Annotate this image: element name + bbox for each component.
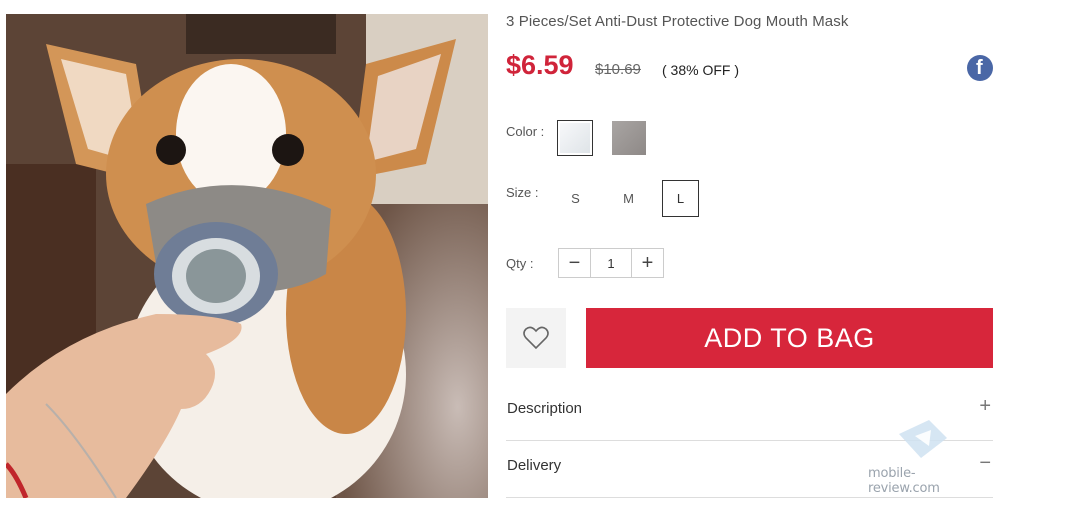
collapse-icon[interactable]: − — [979, 452, 991, 475]
color-swatch-grey[interactable] — [611, 120, 647, 156]
accordion-label-delivery: Delivery — [507, 457, 562, 474]
size-option-m[interactable]: M — [610, 180, 647, 217]
discount-badge: ( 38% OFF ) — [662, 62, 740, 78]
product-title: 3 Pieces/Set Anti-Dust Protective Dog Mo… — [506, 13, 849, 30]
size-label: Size : — [506, 185, 539, 200]
wishlist-button[interactable] — [506, 308, 566, 368]
original-price: $10.69 — [595, 61, 641, 78]
add-to-bag-button[interactable]: ADD TO BAG — [586, 308, 993, 368]
watermark-logo-icon — [899, 420, 947, 458]
qty-increase-button[interactable]: + — [632, 249, 663, 277]
watermark-text: mobile-review.com — [868, 466, 940, 496]
quantity-stepper: − 1 + — [558, 248, 664, 278]
expand-icon[interactable]: + — [979, 395, 991, 418]
current-price: $6.59 — [506, 50, 574, 80]
watermark: mobile-review.com — [868, 418, 978, 496]
color-swatch-white[interactable] — [557, 120, 593, 156]
facebook-icon[interactable]: f — [967, 55, 993, 81]
size-option-l[interactable]: L — [662, 180, 699, 217]
product-image — [6, 14, 488, 498]
heart-icon — [523, 326, 549, 350]
qty-value[interactable]: 1 — [590, 249, 632, 277]
facebook-glyph: f — [976, 57, 983, 79]
qty-decrease-button[interactable]: − — [559, 249, 590, 277]
accordion-label-description: Description — [507, 400, 583, 417]
size-option-s[interactable]: S — [557, 180, 594, 217]
qty-label: Qty : — [506, 256, 534, 271]
color-label: Color : — [506, 124, 545, 139]
